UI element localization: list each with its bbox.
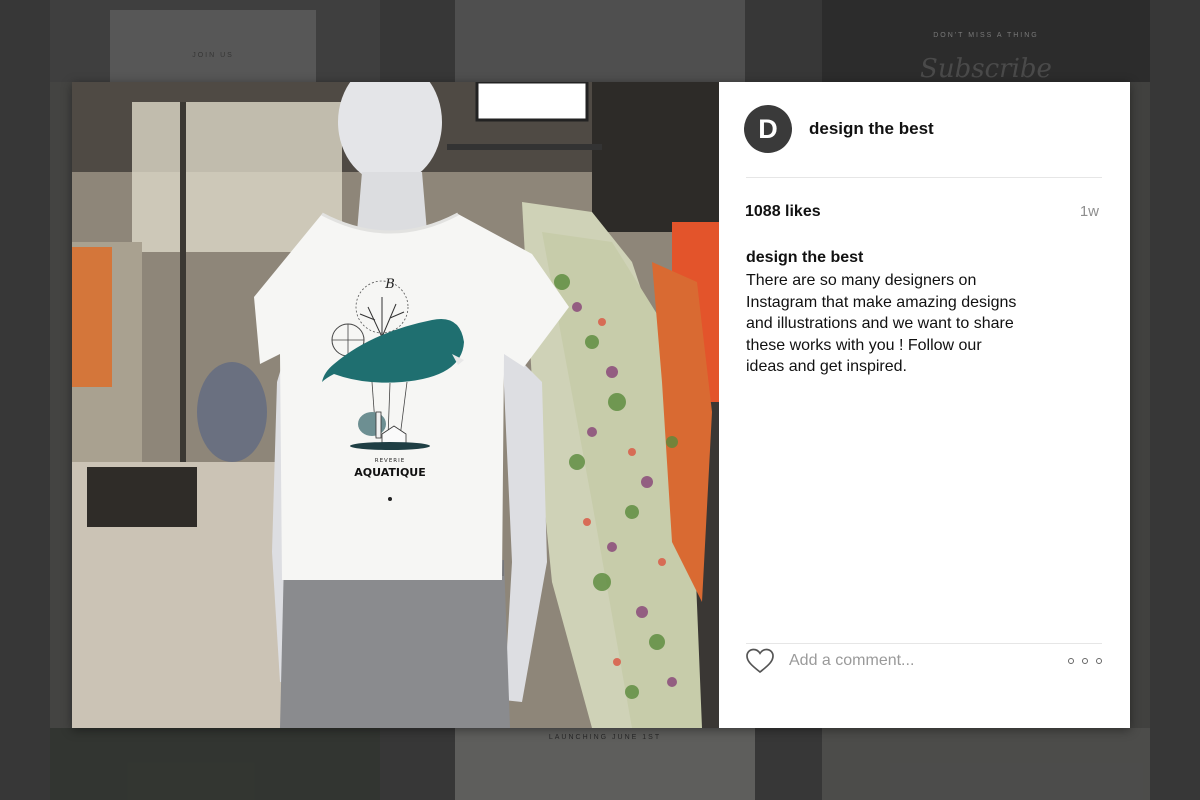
like-button[interactable] xyxy=(745,647,775,675)
comment-input[interactable] xyxy=(789,646,1049,676)
heart-icon xyxy=(746,648,774,674)
post-photo: B REVERIE AQUATIQUE xyxy=(72,82,719,728)
more-dots-icon xyxy=(1096,658,1102,664)
header-divider xyxy=(746,177,1102,178)
tshirt-small-text: REVERIE xyxy=(375,458,405,464)
more-dots-icon xyxy=(1068,658,1074,664)
post-details-panel: D design the best 1088 likes 1w design t… xyxy=(719,82,1130,728)
caption-text: There are so many designers on Instagram… xyxy=(746,272,1017,375)
avatar[interactable]: D xyxy=(744,105,792,153)
more-dots-icon xyxy=(1082,658,1088,664)
comment-row xyxy=(719,644,1130,690)
caption-author[interactable]: design the best xyxy=(746,249,863,267)
post-modal: B REVERIE AQUATIQUE D design the best 10… xyxy=(72,82,1130,728)
tshirt-letter: B xyxy=(384,277,395,292)
more-options-button[interactable] xyxy=(1068,654,1102,668)
tshirt-title: AQUATIQUE xyxy=(354,466,426,479)
likes-count[interactable]: 1088 likes xyxy=(745,203,821,221)
post-time: 1w xyxy=(1079,203,1099,220)
store-photo-illustration: B REVERIE AQUATIQUE xyxy=(72,82,719,728)
post-author-name[interactable]: design the best xyxy=(809,119,934,139)
avatar-initial: D xyxy=(758,113,778,144)
